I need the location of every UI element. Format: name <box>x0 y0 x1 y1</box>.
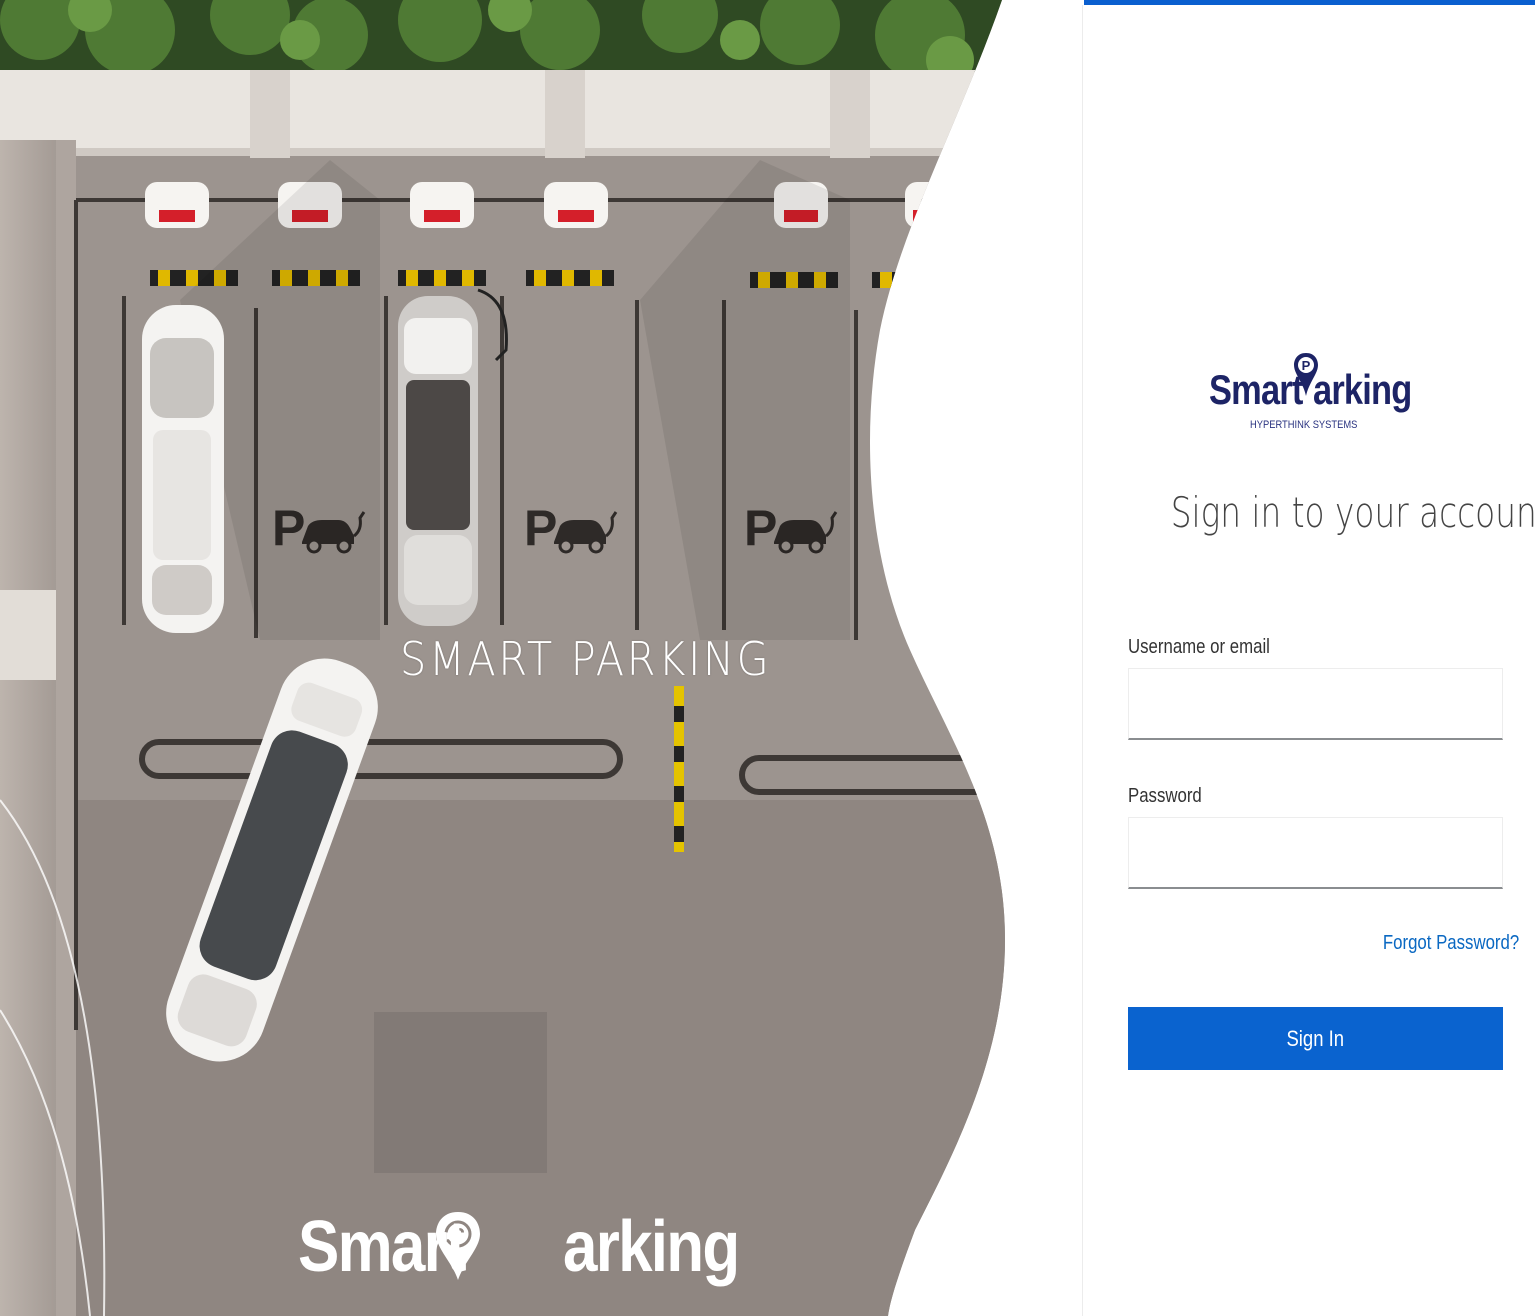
hero-logo: Smart arking <box>298 1206 767 1316</box>
hero-placeholder-box <box>374 1012 547 1173</box>
password-label: Password <box>1128 785 1202 807</box>
hero-title: SMART PARKING <box>400 632 772 686</box>
panel-divider <box>1082 5 1083 1316</box>
hero-illustration: P P P P SMART PARKING Smart arking <box>0 0 1010 1316</box>
svg-text:P: P <box>524 500 557 556</box>
password-input[interactable] <box>1128 817 1503 889</box>
sign-in-button[interactable]: Sign In <box>1128 1007 1503 1070</box>
brand-tagline: HYPERTHINK SYSTEMS <box>1250 419 1358 431</box>
hero-logo-word-left: Smart <box>298 1207 467 1287</box>
brand-name-left: Smart <box>1209 366 1303 413</box>
username-input[interactable] <box>1128 668 1503 740</box>
page-title: Sign in to your account <box>1170 488 1535 537</box>
forgot-password-link[interactable]: Forgot Password? <box>1383 932 1519 955</box>
brand-logo: Smart P arking HYPERTHINK SYSTEMS <box>1205 350 1412 440</box>
hero-logo-word-right: arking <box>562 1207 740 1287</box>
svg-text:P: P <box>1302 358 1311 373</box>
brand-name-right: arking <box>1313 366 1412 413</box>
username-label: Username or email <box>1128 636 1270 658</box>
parked-white-car <box>142 305 224 633</box>
top-accent-strip <box>1084 0 1535 5</box>
sign-in-button-label: Sign In <box>1286 1025 1345 1051</box>
